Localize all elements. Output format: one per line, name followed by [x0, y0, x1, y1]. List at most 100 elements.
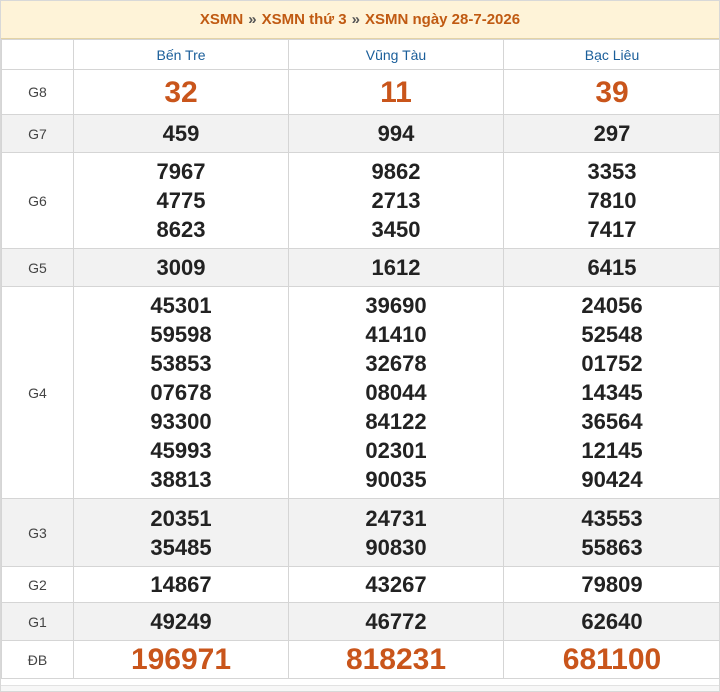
prize-number: 45993: [150, 438, 212, 463]
province-name[interactable]: Vũng Tàu: [288, 39, 504, 70]
prize-number: 93300: [150, 409, 212, 434]
breadcrumb-separator: »: [351, 11, 360, 28]
prize-number: 79809: [581, 572, 643, 597]
prize-number: 2713: [371, 188, 421, 213]
prize-number: 7967: [156, 159, 206, 184]
prize-cell: 994: [288, 114, 504, 153]
prize-cell: 681100: [503, 640, 719, 679]
prize-cell: 43267: [288, 566, 504, 603]
prize-cell: 3353 7810 7417: [503, 152, 719, 249]
prize-cell: 62640: [503, 602, 719, 641]
prize-number: 297: [593, 121, 631, 146]
prize-number: 90035: [365, 467, 427, 492]
breadcrumb-weekday-link[interactable]: XSMN thứ 3: [262, 11, 347, 28]
breadcrumb: XSMN » XSMN thứ 3 » XSMN ngày 28-7-2026: [1, 1, 719, 39]
prize-number: 55863: [581, 534, 643, 560]
prize-number: 01752: [581, 351, 643, 376]
prize-number: 14345: [581, 380, 643, 405]
prize-cell: 79809: [503, 566, 719, 603]
prize-number: 3009: [156, 255, 206, 280]
prize-cell: 24731 90830: [288, 498, 504, 567]
prize-number: 681100: [562, 643, 662, 676]
prize-label: G6: [1, 152, 74, 249]
prize-row: G6 7967 4775 8623 9862 2713 3450 3353 7810 7417: [1, 152, 719, 249]
prize-number: 20351: [150, 505, 212, 531]
prize-cell: 46772: [288, 602, 504, 641]
prize-number: 38813: [150, 467, 212, 492]
prize-label: G4: [1, 286, 74, 499]
prize-number: 8623: [156, 217, 206, 242]
prize-cell: 1612: [288, 248, 504, 287]
prize-number: 41410: [365, 322, 427, 347]
prize-number: 12145: [581, 438, 643, 463]
prize-row: G5 3009 1612 6415: [1, 248, 719, 287]
prize-cell: 196971: [73, 640, 289, 679]
prize-cell: 818231: [288, 640, 504, 679]
prize-number: 7810: [587, 188, 637, 213]
prize-number: 32678: [365, 351, 427, 376]
prize-number: 59598: [150, 322, 212, 347]
prize-cell: 3009: [73, 248, 289, 287]
prize-number: 49249: [150, 609, 212, 634]
prize-number: 43267: [365, 572, 427, 597]
province-name[interactable]: Bạc Liêu: [503, 39, 719, 70]
prize-label: ĐB: [1, 640, 74, 679]
prize-number: 196971: [130, 643, 232, 676]
prize-cell: 459: [73, 114, 289, 153]
prize-label: G1: [1, 602, 74, 641]
prize-cell: 45301 59598 53853 07678 93300 45993 38813: [73, 286, 289, 499]
prize-cell: 32: [73, 69, 289, 115]
prize-cell: 39690 41410 32678 08044 84122 02301 90035: [288, 286, 504, 499]
prize-label: G3: [1, 498, 74, 567]
prize-number: 39690: [365, 293, 427, 318]
prize-number: 4775: [156, 188, 206, 213]
footer-strip: [1, 685, 719, 691]
prize-number: 1612: [371, 255, 421, 280]
prize-number: 459: [162, 121, 200, 146]
prize-label: G2: [1, 566, 74, 603]
prize-number: 36564: [581, 409, 643, 434]
prize-number: 3353: [587, 159, 637, 184]
breadcrumb-date-link[interactable]: XSMN ngày 28-7-2026: [365, 11, 520, 28]
lottery-results-panel: XSMN » XSMN thứ 3 » XSMN ngày 28-7-2026 …: [0, 0, 720, 692]
prize-row: ĐB 196971 818231 681100: [1, 640, 719, 679]
prize-row: G8 32 11 39: [1, 69, 719, 115]
prize-cell: 43553 55863: [503, 498, 719, 567]
prize-number: 02301: [365, 438, 427, 463]
prize-cell: 49249: [73, 602, 289, 641]
prize-number: 3450: [371, 217, 421, 242]
prize-number: 84122: [365, 409, 427, 434]
prize-cell: 39: [503, 69, 719, 115]
prize-number: 11: [380, 75, 412, 109]
prize-cell: 6415: [503, 248, 719, 287]
prize-number: 24056: [581, 293, 643, 318]
prize-number: 62640: [581, 609, 643, 634]
prize-number: 53853: [150, 351, 212, 376]
prize-number: 46772: [365, 609, 427, 634]
prize-row: G3 20351 35485 24731 90830 43553 55863: [1, 498, 719, 567]
prize-label: G7: [1, 114, 74, 153]
prize-number: 7417: [587, 217, 637, 242]
prize-cell: 24056 52548 01752 14345 36564 12145 90424: [503, 286, 719, 499]
results-table: Bến Tre Vũng Tàu Bạc Liêu G8 32 11 39 G7 459 9…: [1, 39, 719, 679]
prize-label-header: [1, 39, 74, 70]
province-header-row: Bến Tre Vũng Tàu Bạc Liêu: [1, 39, 719, 70]
prize-number: 90424: [581, 467, 643, 492]
breadcrumb-xsmn-link[interactable]: XSMN: [200, 11, 243, 28]
prize-cell: 9862 2713 3450: [288, 152, 504, 249]
prize-cell: 11: [288, 69, 504, 115]
prize-row: G1 49249 46772 62640: [1, 602, 719, 641]
prize-cell: 14867: [73, 566, 289, 603]
prize-cell: 297: [503, 114, 719, 153]
prize-number: 90830: [365, 534, 427, 560]
prize-number: 24731: [365, 505, 427, 531]
prize-number: 32: [164, 75, 198, 109]
prize-number: 35485: [150, 534, 212, 560]
prize-row: G4 45301 59598 53853 07678 93300 45993 38813 396…: [1, 286, 719, 499]
prize-number: 9862: [371, 159, 421, 184]
prize-number: 45301: [150, 293, 212, 318]
prize-number: 52548: [581, 322, 643, 347]
prize-label: G8: [1, 69, 74, 115]
prize-number: 14867: [150, 572, 212, 597]
province-name[interactable]: Bến Tre: [73, 39, 289, 70]
